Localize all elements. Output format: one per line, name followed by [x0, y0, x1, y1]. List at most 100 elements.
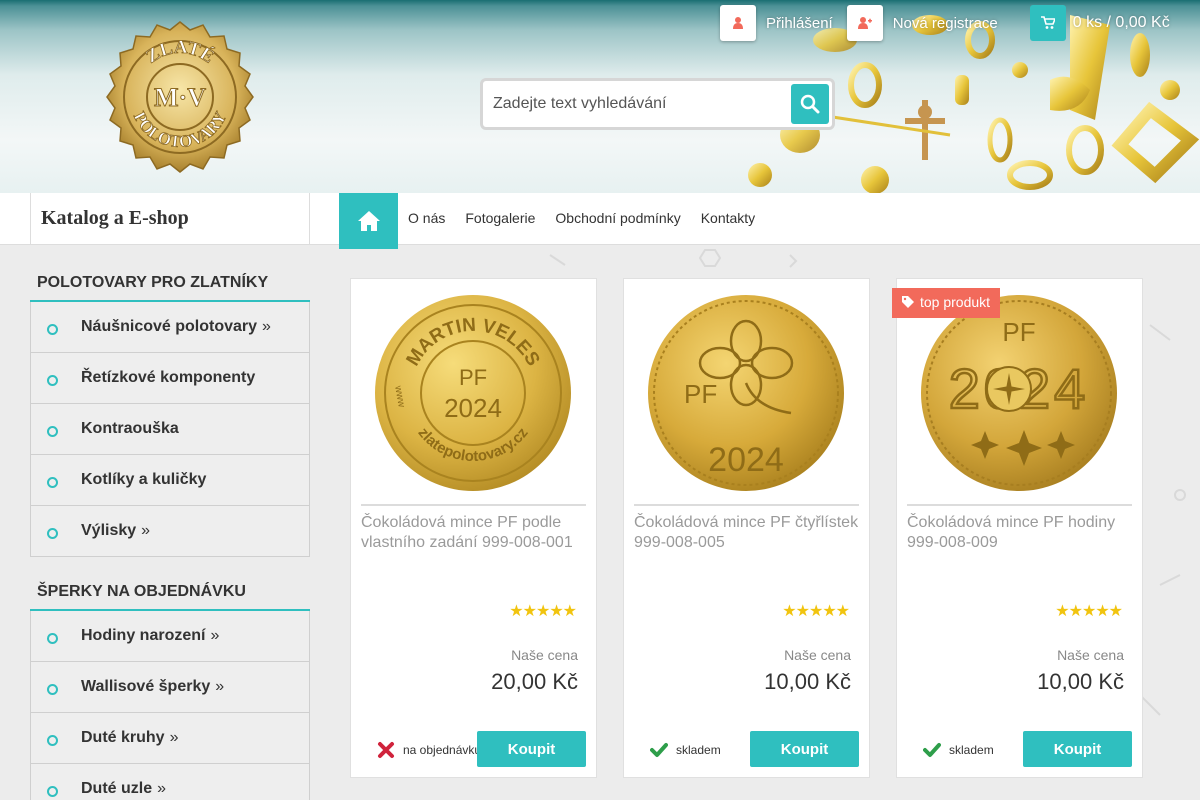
product-price: 10,00 Kč	[764, 669, 851, 694]
home-icon	[357, 211, 380, 231]
category-sidebar: POLOTOVARY PRO ZLATNÍKY Náušnicové polot…	[30, 262, 310, 800]
product-name[interactable]: Čokoládová mince PF čtyřlístek 999-008-0…	[634, 513, 859, 553]
coin-year-text: 2024	[444, 393, 502, 423]
search-button[interactable]	[791, 84, 829, 124]
category-item-vylisky[interactable]: Výlisky »	[30, 506, 310, 557]
buy-button[interactable]: Koupit	[477, 731, 586, 767]
menu-item-obchodni-podminky[interactable]: Obchodní podmínky	[555, 210, 680, 226]
stock-label: skladem	[676, 743, 721, 757]
search-box	[480, 78, 835, 130]
category-item-nausnicove-polotovary[interactable]: Náušnicové polotovary »	[30, 302, 310, 353]
card-divider	[361, 504, 586, 506]
menu-item-kontakty[interactable]: Kontakty	[701, 210, 755, 226]
catalog-title[interactable]: Katalog a E-shop	[30, 193, 310, 245]
stock-label: skladem	[949, 743, 994, 757]
product-price: 10,00 Kč	[1037, 669, 1124, 694]
submenu-arrow: »	[215, 678, 225, 695]
product-card: PF 2024 top produkt Čokoládová mince PF …	[892, 278, 1143, 778]
category-section: POLOTOVARY PRO ZLATNÍKY Náušnicové polot…	[30, 262, 310, 557]
coin-pf-text: PF	[1002, 317, 1035, 347]
category-item-wallisove-sperky[interactable]: Wallisové šperky »	[30, 662, 310, 713]
product-name[interactable]: Čokoládová mince PF podle vlastního zadá…	[361, 513, 586, 553]
login-link[interactable]: Přihlášení	[766, 15, 833, 32]
site-header: M·V ZLATÉ POLOTOVARY Přihlášení Nová reg…	[0, 0, 1200, 193]
product-image[interactable]: PF 2024	[646, 293, 846, 493]
submenu-arrow: »	[262, 318, 271, 335]
menu-item-o-nas[interactable]: O nás	[408, 210, 445, 226]
circle-bullet-icon	[47, 683, 58, 695]
circle-bullet-icon	[47, 425, 58, 437]
check-icon	[650, 743, 668, 757]
product-name[interactable]: Čokoládová mince PF hodiny 999-008-009	[907, 513, 1132, 553]
product-card: MARTIN VELES zlatepolotovary.cz PF 2024 …	[350, 278, 597, 778]
category-item-retizkove-komponenty[interactable]: Řetízkové komponenty	[30, 353, 310, 404]
search-input[interactable]	[493, 90, 783, 118]
rating-stars: ★★★★★	[1055, 603, 1123, 620]
coin-pf-text: PF	[684, 379, 717, 409]
submenu-arrow: »	[157, 780, 167, 797]
category-item-dute-uzle[interactable]: Duté uzle »	[30, 764, 310, 800]
card-divider	[634, 504, 859, 506]
top-product-badge: top produkt	[892, 288, 1001, 318]
submenu-arrow: »	[169, 729, 179, 746]
stock-status: skladem	[923, 741, 994, 759]
category-label: Řetízkové komponenty	[81, 369, 256, 386]
menu-item-fotogalerie[interactable]: Fotogalerie	[465, 210, 535, 226]
home-button[interactable]	[339, 193, 398, 249]
category-item-kontraouska[interactable]: Kontraouška	[30, 404, 310, 455]
account-bar: Přihlášení Nová registrace 0 ks / 0,00 K…	[720, 5, 1170, 41]
rating-stars: ★★★★★	[782, 603, 850, 620]
buy-button[interactable]: Koupit	[1023, 731, 1132, 767]
rating-stars: ★★★★★	[509, 603, 577, 620]
logo-center-text: M·V	[154, 83, 206, 112]
circle-bullet-icon	[47, 785, 58, 797]
stock-status: na objednávku	[377, 741, 481, 759]
badge-label: top produkt	[920, 294, 991, 310]
category-label: Kontraouška	[81, 420, 179, 437]
main-navbar: Katalog a E-shop O nás Fotogalerie Obcho…	[0, 193, 1200, 249]
submenu-arrow: »	[141, 522, 151, 539]
submenu-arrow: »	[210, 627, 220, 644]
x-icon	[378, 742, 394, 758]
circle-bullet-icon	[47, 374, 58, 386]
category-item-kotliky-a-kulicky[interactable]: Kotlíky a kuličky	[30, 455, 310, 506]
circle-bullet-icon	[47, 323, 58, 335]
category-item-dute-kruhy[interactable]: Duté kruhy »	[30, 713, 310, 764]
stock-status: skladem	[650, 741, 721, 759]
cart-icon	[1040, 16, 1055, 29]
buy-button[interactable]: Koupit	[750, 731, 859, 767]
category-label: Hodiny narození	[81, 627, 206, 644]
site-logo[interactable]: M·V ZLATÉ POLOTOVARY	[100, 20, 260, 180]
category-label: Wallisové šperky	[81, 678, 211, 695]
circle-bullet-icon	[47, 632, 58, 644]
tag-icon	[902, 296, 914, 308]
category-label: Náušnicové polotovary	[81, 318, 258, 335]
price-label: Naše cena	[1057, 647, 1124, 663]
category-section: ŠPERKY NA OBJEDNÁVKU Hodiny narození » W…	[30, 571, 310, 800]
product-image[interactable]: MARTIN VELES zlatepolotovary.cz PF 2024 …	[373, 293, 573, 493]
user-plus-icon	[857, 17, 872, 29]
category-heading: POLOTOVARY PRO ZLATNÍKY	[30, 262, 310, 302]
cart-button[interactable]	[1029, 5, 1066, 41]
register-button[interactable]	[846, 5, 883, 41]
cart-summary[interactable]: 0 ks / 0,00 Kč	[1073, 14, 1170, 32]
check-icon	[923, 743, 941, 757]
category-label: Duté uzle	[81, 780, 153, 797]
user-icon	[733, 17, 743, 29]
category-item-hodiny-narozeni[interactable]: Hodiny narození »	[30, 611, 310, 662]
stock-label: na objednávku	[403, 743, 482, 757]
category-label: Kotlíky a kuličky	[81, 471, 207, 488]
card-divider	[907, 504, 1132, 506]
product-price: 20,00 Kč	[491, 669, 578, 694]
product-image[interactable]: PF 2024	[919, 293, 1119, 493]
circle-bullet-icon	[47, 476, 58, 488]
coin-year-text: 2024	[708, 441, 784, 479]
register-link[interactable]: Nová registrace	[893, 15, 998, 32]
product-card: PF 2024 Čokoládová mince PF čtyřlístek 9…	[623, 278, 870, 778]
login-button[interactable]	[720, 5, 756, 41]
category-label: Duté kruhy	[81, 729, 165, 746]
circle-bullet-icon	[47, 527, 58, 539]
category-heading: ŠPERKY NA OBJEDNÁVKU	[30, 571, 310, 611]
category-label: Výlisky	[81, 522, 137, 539]
circle-bullet-icon	[47, 734, 58, 746]
